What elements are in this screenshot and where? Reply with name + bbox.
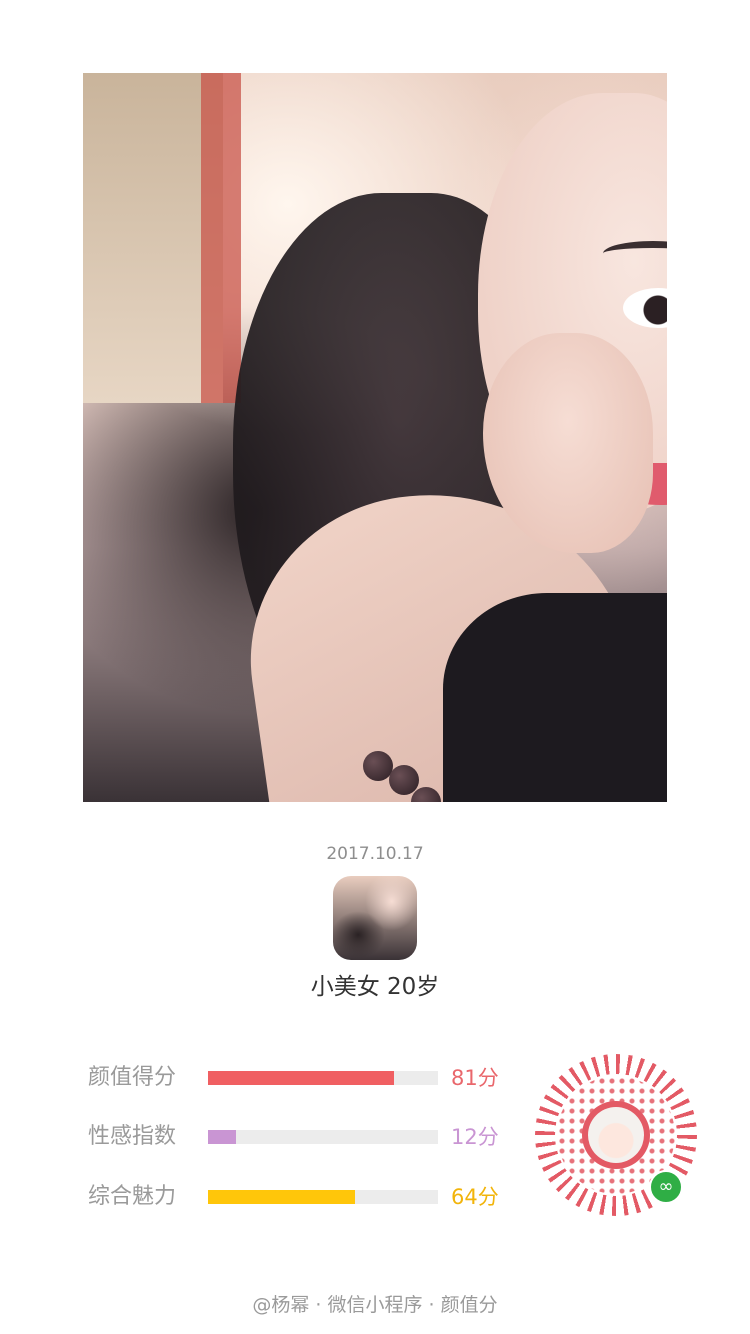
mini-program-qr-code[interactable]: ∞: [535, 1054, 697, 1216]
avatar: [333, 876, 417, 960]
stat-bar-track: [208, 1190, 438, 1204]
stat-bar-fill: [208, 1190, 356, 1204]
profile-name: 小美女 20岁: [310, 974, 440, 1000]
stat-bar-track: [208, 1130, 438, 1144]
date-label: 2017.10.17: [326, 844, 424, 864]
stat-label: 颜值得分: [88, 1065, 177, 1090]
stat-row-beauty: 颜值得分 81分: [88, 1063, 518, 1093]
footer-caption: @杨幂 · 微信小程序 · 颜值分: [252, 1294, 498, 1316]
main-photo: [83, 73, 667, 802]
stat-score: 12分: [451, 1125, 499, 1149]
stat-score: 64分: [451, 1185, 499, 1209]
stat-label: 性感指数: [88, 1124, 177, 1149]
stat-bar-fill: [208, 1130, 236, 1144]
cartoon-girl-icon: [588, 1107, 644, 1163]
stat-label: 综合魅力: [88, 1184, 177, 1209]
stat-bar-track: [208, 1071, 438, 1085]
stat-score: 81分: [451, 1066, 499, 1090]
wechat-mini-program-icon: ∞: [649, 1170, 683, 1204]
background-pillar: [201, 73, 241, 403]
stat-row-sexy: 性感指数 12分: [88, 1122, 518, 1152]
stat-row-charm: 综合魅力 64分: [88, 1182, 518, 1212]
stat-bar-fill: [208, 1071, 395, 1085]
bracelet: [353, 743, 503, 802]
